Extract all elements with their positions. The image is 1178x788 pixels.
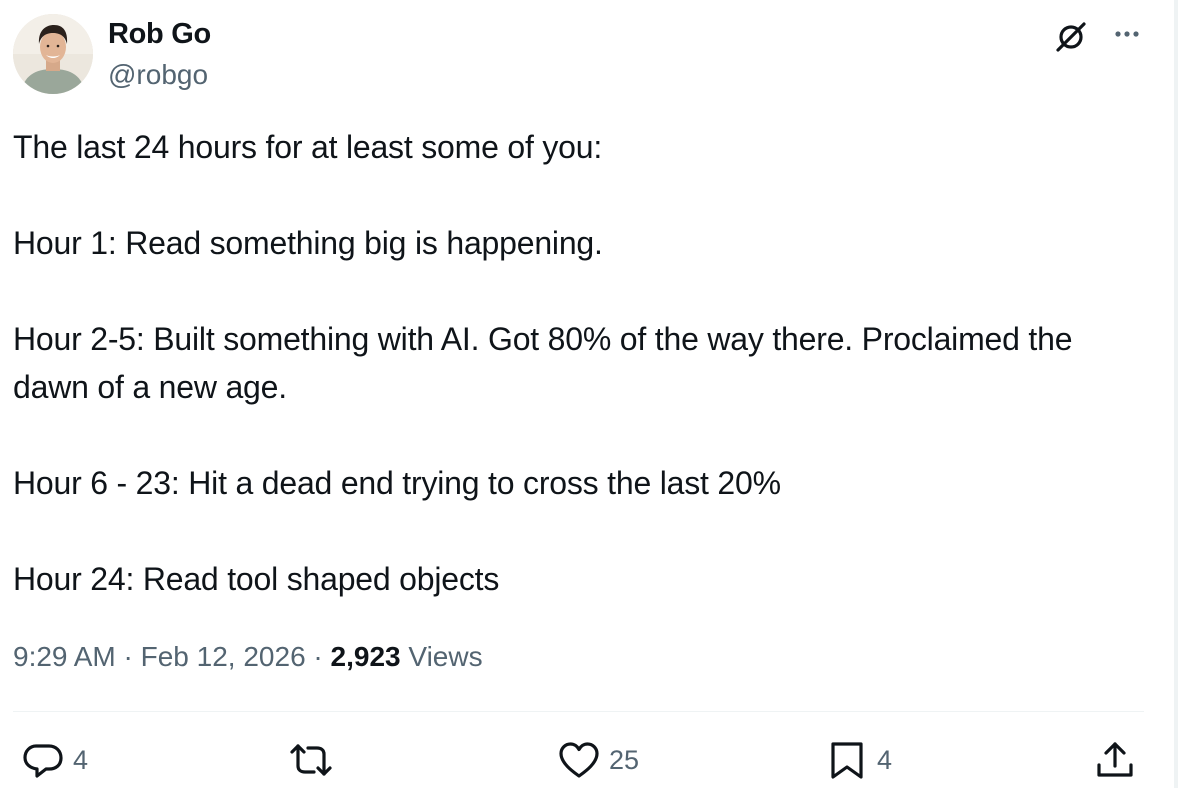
- meta-separator: ·: [305, 641, 331, 672]
- tweet-time[interactable]: 9:29 AM: [13, 641, 116, 672]
- repost-icon: [290, 744, 332, 776]
- views-label: Views: [408, 641, 483, 672]
- like-button[interactable]: 25: [557, 738, 639, 782]
- grok-icon[interactable]: [1051, 17, 1091, 57]
- tweet-meta: 9:29 AM · Feb 12, 2026 · 2,923 Views: [13, 637, 483, 677]
- heart-icon: [559, 742, 599, 778]
- bookmark-count: 4: [877, 745, 893, 775]
- repost-button[interactable]: [287, 738, 343, 782]
- tweet-paragraph: The last 24 hours for at least some of y…: [13, 129, 603, 165]
- profile-photo: [13, 14, 93, 94]
- reply-count: 4: [73, 745, 89, 775]
- tweet-paragraph: Hour 6 - 23: Hit a dead end trying to cr…: [13, 465, 781, 501]
- views-count: 2,923: [330, 641, 401, 672]
- author-name[interactable]: Rob Go: [108, 16, 211, 52]
- divider: [13, 711, 1144, 712]
- share-button[interactable]: [1093, 738, 1145, 782]
- tweet-paragraph: Hour 24: Read tool shaped objects: [13, 561, 500, 597]
- right-edge-border: [1174, 0, 1178, 788]
- reply-button[interactable]: 4: [21, 738, 88, 782]
- tweet: Rob Go @robgo The last 24 hours for at l…: [0, 0, 1174, 788]
- bookmark-button[interactable]: 4: [825, 738, 892, 782]
- avatar[interactable]: [13, 14, 93, 94]
- reply-icon: [23, 744, 63, 778]
- like-count: 25: [609, 745, 640, 775]
- author-handle[interactable]: @robgo: [108, 57, 208, 93]
- tweet-paragraph: Hour 2-5: Built something with AI. Got 8…: [13, 321, 1073, 405]
- meta-separator: ·: [115, 641, 141, 672]
- tweet-paragraph: Hour 1: Read something big is happening.: [13, 225, 603, 261]
- tweet-date[interactable]: Feb 12, 2026: [141, 641, 306, 672]
- more-icon[interactable]: [1107, 17, 1147, 57]
- share-icon: [1097, 742, 1133, 777]
- bookmark-icon: [831, 742, 863, 779]
- tweet-text: The last 24 hours for at least some of y…: [13, 123, 1153, 603]
